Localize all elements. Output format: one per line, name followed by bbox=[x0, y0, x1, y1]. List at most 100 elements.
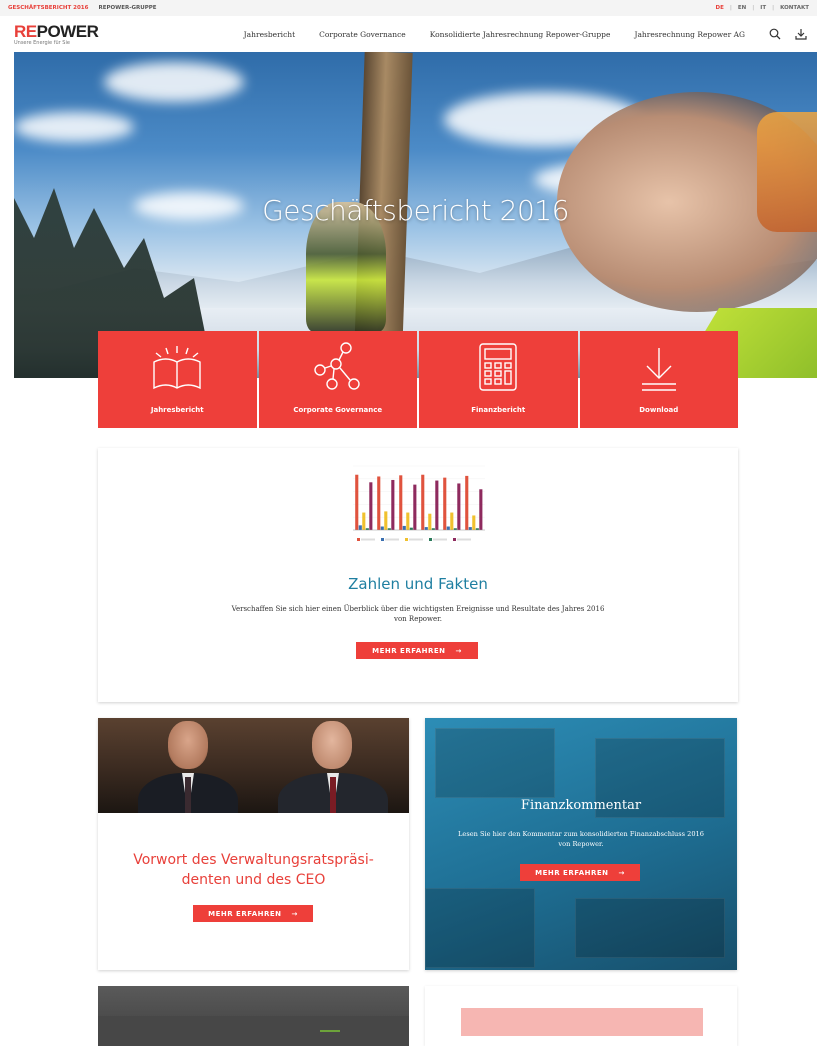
lang-en-link[interactable]: EN bbox=[738, 5, 746, 11]
arrow-right-icon: → bbox=[291, 909, 298, 918]
chart-bar bbox=[424, 527, 428, 530]
chart-bar bbox=[428, 513, 432, 530]
hero-title: Geschäftsbericht 2016 bbox=[262, 194, 569, 227]
tile-jahresbericht[interactable]: Jahresbericht bbox=[98, 331, 257, 428]
chart-bar bbox=[365, 528, 369, 530]
chart-bar bbox=[457, 483, 461, 530]
dark-band bbox=[98, 1016, 409, 1046]
monitor bbox=[435, 728, 555, 798]
tile-label: Download bbox=[639, 406, 679, 414]
hero-image: Geschäftsbericht 2016 bbox=[14, 52, 817, 378]
chart-legend-label bbox=[409, 538, 423, 541]
button-label: MEHR ERFAHREN bbox=[535, 868, 609, 877]
chart-bar bbox=[468, 527, 472, 530]
bottom-card-right[interactable] bbox=[425, 986, 737, 1046]
chart-bar bbox=[380, 526, 384, 530]
cloud bbox=[14, 112, 134, 142]
cloud bbox=[104, 62, 244, 102]
chart-bar bbox=[443, 477, 447, 530]
zahlen-description: Verschaffen Sie sich hier einen Überblic… bbox=[198, 604, 638, 624]
tile-label: Jahresbericht bbox=[150, 406, 204, 414]
separator: | bbox=[752, 5, 755, 11]
vorwort-title-line: denten und des CEO bbox=[181, 872, 326, 888]
chart-bar bbox=[387, 528, 391, 530]
book-icon bbox=[153, 346, 201, 390]
finanz-title: Finanzkommentar bbox=[520, 798, 642, 813]
green-mark bbox=[320, 1030, 340, 1032]
main-header: REPOWER Unsere Energie für Sie Jahresber… bbox=[0, 16, 817, 52]
chart-bar bbox=[475, 528, 479, 530]
tile-download[interactable]: Download bbox=[579, 331, 738, 428]
vorwort-title-line: Vorwort des Verwaltungsratspräsi- bbox=[133, 852, 374, 868]
chart-bar bbox=[472, 515, 476, 530]
monitor bbox=[575, 898, 725, 958]
chart-legend-label bbox=[433, 538, 447, 541]
chart-bar bbox=[421, 474, 425, 530]
report-link[interactable]: GESCHÄFTSBERICHT 2016 bbox=[8, 5, 88, 11]
vorwort-more-button[interactable]: MEHR ERFAHREN → bbox=[193, 905, 313, 922]
executives-photo bbox=[98, 718, 409, 813]
chart-bar bbox=[362, 512, 366, 530]
mini-bar-chart bbox=[343, 454, 491, 546]
repower-logo[interactable]: REPOWER Unsere Energie für Sie bbox=[14, 23, 99, 46]
zahlen-text-line: Verschaffen Sie sich hier einen Überblic… bbox=[231, 605, 605, 613]
chart-bar bbox=[409, 527, 413, 530]
button-label: MEHR ERFAHREN bbox=[208, 909, 282, 918]
tile-label: Corporate Governance bbox=[293, 406, 383, 414]
chart-bar bbox=[413, 484, 417, 530]
nav-jahresrechnung-repower-ag[interactable]: Jahresrechnung Repower AG bbox=[634, 30, 745, 39]
bottom-card-left[interactable] bbox=[98, 986, 409, 1046]
download-icon bbox=[641, 348, 676, 391]
separator: | bbox=[772, 5, 775, 11]
chart-bar bbox=[399, 475, 403, 530]
chart-bar bbox=[377, 476, 381, 530]
group-link[interactable]: REPOWER-GRUPPE bbox=[98, 5, 156, 11]
finanz-more-button[interactable]: MEHR ERFAHREN → bbox=[520, 864, 640, 881]
finanz-card[interactable]: Finanzkommentar Lesen Sie hier den Komme… bbox=[425, 718, 737, 970]
zahlen-text-line: von Repower. bbox=[394, 615, 442, 623]
button-label: MEHR ERFAHREN bbox=[372, 646, 446, 655]
chart-bar bbox=[355, 474, 359, 530]
nav-jahresbericht[interactable]: Jahresbericht bbox=[244, 30, 295, 39]
utility-bar: GESCHÄFTSBERICHT 2016 REPOWER-GRUPPE DE … bbox=[0, 0, 817, 16]
zahlen-card[interactable]: Zahlen und Fakten Verschaffen Sie sich h… bbox=[98, 448, 738, 702]
zahlen-more-button[interactable]: MEHR ERFAHREN → bbox=[356, 642, 478, 659]
logo-tagline: Unsere Energie für Sie bbox=[14, 39, 70, 46]
chart-legend-swatch bbox=[453, 538, 456, 541]
tile-label: Finanzbericht bbox=[471, 406, 526, 414]
nav-konsolidierte-jahresrechnung[interactable]: Konsolidierte Jahresrechnung Repower-Gru… bbox=[430, 30, 611, 39]
main-nav: Jahresbericht Corporate Governance Konso… bbox=[244, 30, 745, 39]
finanz-text-line: von Repower. bbox=[558, 840, 604, 848]
chart-bar bbox=[358, 525, 362, 530]
contact-link[interactable]: KONTAKT bbox=[780, 5, 809, 11]
search-icon[interactable] bbox=[769, 28, 781, 40]
arrow-right-icon: → bbox=[455, 646, 462, 655]
network-icon bbox=[314, 342, 360, 390]
tile-finanzbericht[interactable]: Finanzbericht bbox=[419, 331, 578, 428]
chart-bar bbox=[406, 512, 410, 530]
tie bbox=[185, 777, 191, 813]
chart-bar bbox=[450, 512, 454, 530]
chart-bar bbox=[384, 511, 388, 530]
nav-corporate-governance[interactable]: Corporate Governance bbox=[319, 30, 406, 39]
tile-corporate-governance[interactable]: Corporate Governance bbox=[258, 331, 417, 428]
chart-bar bbox=[369, 482, 373, 530]
lang-it-link[interactable]: IT bbox=[760, 5, 766, 11]
chart-bar bbox=[446, 526, 450, 530]
vorwort-card[interactable]: Vorwort des Verwaltungsratspräsi- denten… bbox=[98, 718, 409, 970]
finanz-text-line: Lesen Sie hier den Kommentar zum konsoli… bbox=[458, 830, 704, 838]
chart-bar bbox=[435, 480, 439, 530]
arrow-right-icon: → bbox=[618, 868, 625, 877]
chart-legend-swatch bbox=[381, 538, 384, 541]
chart-legend-label bbox=[385, 538, 399, 541]
chart-legend-label bbox=[457, 538, 471, 541]
tie bbox=[330, 777, 336, 813]
chart-bar bbox=[402, 525, 406, 530]
chart-legend-label bbox=[361, 538, 375, 541]
chart-legend-swatch bbox=[429, 538, 432, 541]
chart-svg bbox=[353, 465, 485, 541]
chart-legend-swatch bbox=[405, 538, 408, 541]
separator: | bbox=[729, 5, 732, 11]
lang-de-link[interactable]: DE bbox=[716, 5, 724, 11]
download-icon[interactable] bbox=[795, 28, 807, 40]
